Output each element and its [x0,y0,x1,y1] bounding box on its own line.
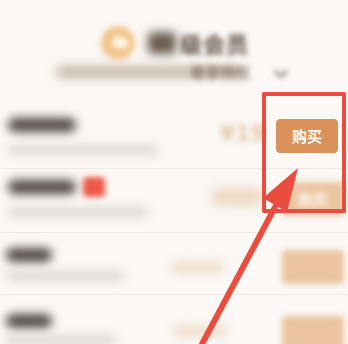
arrow-icon [199,168,298,344]
